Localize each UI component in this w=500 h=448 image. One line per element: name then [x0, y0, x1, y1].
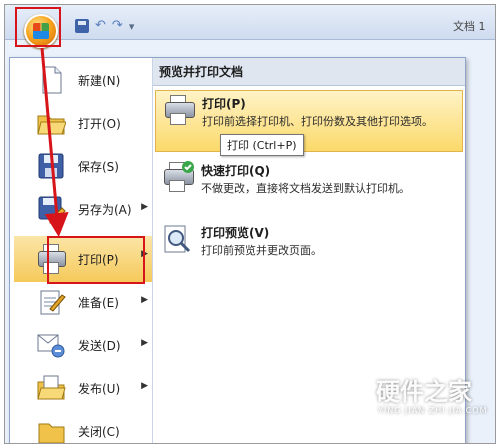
publish-icon [36, 373, 66, 403]
menu-item-prepare[interactable]: 准备(E) ▶ [14, 282, 152, 322]
submenu-item-quick-print-desc: 不做更改，直接将文档发送到默认打印机。 [201, 182, 410, 195]
submenu-item-print[interactable]: 打印(P) 打印前选择打印机、打印份数及其他打印选项。 [155, 90, 463, 152]
submenu-item-print-preview-desc: 打印前预览并更改页面。 [201, 244, 322, 257]
menu-item-send-label: 发送(D) [78, 338, 121, 353]
menu-item-close-label: 关闭(C) [78, 424, 120, 439]
menu-item-publish[interactable]: 发布(U) ▶ [14, 368, 152, 408]
redo-icon[interactable]: ↷ [112, 19, 123, 33]
print-preview-icon [161, 224, 195, 258]
menu-item-new-label: 新建(N) [78, 73, 121, 88]
menu-item-new[interactable]: 新建(N) [14, 60, 152, 100]
menu-item-save-label: 保存(S) [78, 159, 119, 174]
submenu-item-quick-print[interactable]: 快速打印(Q) 不做更改，直接将文档发送到默认打印机。 [155, 158, 463, 208]
menu-item-send[interactable]: 发送(D) ▶ [14, 325, 152, 365]
customize-qat-icon[interactable]: ▾ [129, 20, 135, 33]
highlight-box-office-button [15, 7, 61, 47]
highlight-box-print [47, 236, 145, 284]
submenu-item-print-desc: 打印前选择打印机、打印份数及其他打印选项。 [202, 115, 433, 128]
submenu-arrow-icon: ▶ [141, 338, 148, 348]
menu-item-publish-label: 发布(U) [78, 381, 121, 396]
submenu-arrow-icon: ▶ [141, 295, 148, 305]
menu-item-save-as-label: 另存为(A) [78, 202, 132, 217]
submenu-item-print-preview[interactable]: 打印预览(V) 打印前预览并更改页面。 [155, 220, 463, 270]
prepare-icon [36, 287, 66, 317]
printer-icon [162, 95, 196, 129]
submenu-arrow-icon: ▶ [141, 381, 148, 391]
save-icon[interactable] [75, 19, 89, 33]
watermark-logo-icon [332, 374, 368, 414]
send-icon [36, 330, 66, 360]
submenu-item-print-title: 打印(P) [202, 97, 246, 111]
menu-item-prepare-label: 准备(E) [78, 295, 119, 310]
submenu-arrow-icon: ▶ [141, 202, 148, 212]
new-document-icon [36, 65, 66, 95]
menu-item-close[interactable]: 关闭(C) [14, 411, 152, 443]
title-bar: ↶ ↷ ▾ 文档 1 [5, 5, 495, 48]
print-tooltip: 打印 (Ctrl+P) [220, 134, 304, 156]
close-folder-icon [36, 416, 66, 443]
save-icon [36, 151, 66, 181]
panel-header: 预览并打印文档 [153, 58, 465, 86]
menu-item-open-label: 打开(O) [78, 116, 121, 131]
watermark-title: 硬件之家 [376, 378, 472, 406]
menu-item-save[interactable]: 保存(S) [14, 146, 152, 186]
open-folder-icon [36, 108, 67, 138]
submenu-item-quick-print-title: 快速打印(Q) [201, 164, 271, 178]
submenu-item-print-preview-title: 打印预览(V) [201, 226, 270, 240]
window-title: 文档 1 [453, 20, 486, 33]
quick-access-toolbar: ↶ ↷ ▾ [75, 17, 134, 35]
watermark: 硬件之家 YING JIAN ZHI JIA.COM [330, 372, 500, 432]
save-as-icon [36, 194, 66, 224]
watermark-subtitle: YING JIAN ZHI JIA.COM [378, 406, 488, 415]
menu-item-open[interactable]: 打开(O) [14, 103, 152, 143]
menu-item-save-as[interactable]: 另存为(A) ▶ [14, 189, 152, 229]
menu-left-column: 新建(N) 打开(O) 保存(S) 另存为(A) ▶ 打印(P) ▶ 准备(E)… [10, 58, 153, 443]
quick-print-icon [161, 161, 195, 196]
undo-icon[interactable]: ↶ [95, 19, 106, 33]
